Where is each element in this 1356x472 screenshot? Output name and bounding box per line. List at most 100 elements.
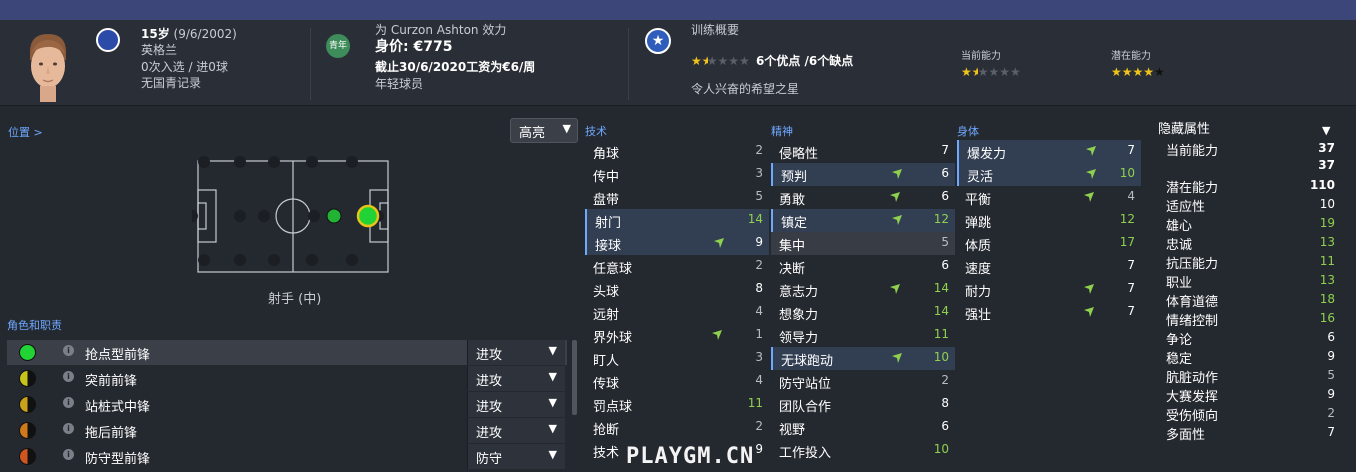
chevron-down-icon: ▼ [562, 122, 571, 135]
hidden-attribute-name: 抗压能力 [1166, 257, 1219, 272]
attribute-name: 射门 [595, 216, 622, 231]
info-icon[interactable]: i [63, 371, 74, 382]
hidden-attribute-value: 2 [1327, 406, 1335, 420]
attribute-value: 4 [755, 373, 763, 387]
player-face-image [16, 30, 80, 102]
hidden-attributes-title[interactable]: 隐藏属性 [1158, 118, 1210, 137]
chevron-down-icon[interactable]: ▼ [1322, 124, 1330, 137]
roles-title: 角色和职责 [7, 319, 62, 332]
attribute-row[interactable]: 抢断 2 [585, 416, 769, 439]
attribute-name: 传球 [593, 377, 620, 392]
attribute-row[interactable]: 决断 6 [771, 255, 955, 278]
scout-comment: 令人兴奋的希望之星 [691, 82, 800, 96]
attribute-row[interactable]: 速度 7 [957, 255, 1141, 278]
attribute-value: 7 [941, 143, 949, 157]
attribute-name: 集中 [779, 239, 806, 254]
attribute-value: 2 [755, 419, 763, 433]
attribute-row[interactable]: 集中 5 [771, 232, 955, 255]
role-row[interactable]: i 突前前锋 进攻 ▼ [7, 366, 567, 391]
attribute-row[interactable]: 远射 4 [585, 301, 769, 324]
club-line[interactable]: 为 Curzon Ashton 效力 [375, 22, 506, 38]
hidden-attribute-name: 肮脏动作 [1166, 371, 1219, 386]
duty-dropdown[interactable]: 进攻 ▼ [467, 366, 565, 391]
player-status: 年轻球员 [375, 77, 424, 91]
trend-arrow-icon [1084, 192, 1094, 202]
duty-dropdown[interactable]: 防守 ▼ [467, 444, 565, 469]
info-icon[interactable]: i [63, 423, 74, 434]
attribute-row[interactable]: 射门 14 [585, 209, 769, 232]
info-icon[interactable]: i [63, 345, 74, 356]
hidden-attribute-value: 9 [1327, 349, 1335, 363]
duty-dropdown[interactable]: 进攻 ▼ [467, 392, 565, 417]
attribute-row[interactable]: 盘带 5 [585, 186, 769, 209]
info-icon[interactable]: i [63, 449, 74, 460]
attribute-value: 6 [941, 166, 949, 180]
attribute-name: 视野 [779, 423, 806, 438]
role-suitability-icon [19, 344, 36, 361]
role-name: 防守型前锋 [85, 452, 151, 467]
attribute-row[interactable]: 团队合作 8 [771, 393, 955, 416]
role-row[interactable]: i 防守型前锋 防守 ▼ [7, 444, 567, 469]
attribute-name: 侵略性 [779, 147, 819, 162]
info-icon[interactable]: i [63, 397, 74, 408]
attribute-row[interactable]: 弹跳 12 [957, 209, 1141, 232]
hidden-attribute-value: 13 [1319, 273, 1335, 287]
attribute-row[interactable]: 传中 3 [585, 163, 769, 186]
duty-dropdown[interactable]: 进攻 ▼ [467, 340, 565, 365]
attribute-row[interactable]: 界外球 1 [585, 324, 769, 347]
overview-stars: ★★★★★★ [691, 54, 750, 68]
attribute-row[interactable]: 预判 6 [771, 163, 955, 186]
attribute-row[interactable]: 侵略性 7 [771, 140, 955, 163]
attribute-value: 3 [755, 166, 763, 180]
hidden-attribute-value: 37 [1318, 158, 1335, 172]
attribute-row[interactable]: 强壮 7 [957, 301, 1141, 324]
role-row[interactable]: i 拖后前锋 进攻 ▼ [7, 418, 567, 443]
player-dob: (9/6/2002) [173, 27, 237, 41]
hidden-attribute-name: 多面性 [1166, 428, 1206, 443]
attribute-value: 2 [755, 258, 763, 272]
attribute-name: 想象力 [779, 308, 819, 323]
attribute-row[interactable]: 盯人 3 [585, 347, 769, 370]
attribute-row[interactable]: 防守站位 2 [771, 370, 955, 393]
training-title[interactable]: 训练概要 [691, 22, 739, 38]
attribute-row[interactable]: 耐力 7 [957, 278, 1141, 301]
attribute-value: 8 [755, 281, 763, 295]
attribute-row[interactable]: 工作投入 10 [771, 439, 955, 462]
attribute-row[interactable]: 视野 6 [771, 416, 955, 439]
hidden-attribute-value: 5 [1327, 368, 1335, 382]
hidden-attribute-name: 雄心 [1166, 219, 1193, 234]
trend-arrow-icon [890, 192, 900, 202]
trend-arrow-icon [890, 284, 900, 294]
attribute-row[interactable]: 爆发力 7 [957, 140, 1141, 163]
attribute-row[interactable]: 接球 9 [585, 232, 769, 255]
player-nation[interactable]: 英格兰 [141, 42, 177, 58]
attribute-row[interactable]: 无球跑动 10 [771, 347, 955, 370]
role-row[interactable]: i 站桩式中锋 进攻 ▼ [7, 392, 567, 417]
attribute-row[interactable]: 镇定 12 [771, 209, 955, 232]
attribute-row[interactable]: 角球 2 [585, 140, 769, 163]
attribute-row[interactable]: 勇敢 6 [771, 186, 955, 209]
attribute-name: 弹跳 [965, 216, 992, 231]
attribute-row[interactable]: 意志力 14 [771, 278, 955, 301]
attribute-row[interactable]: 领导力 11 [771, 324, 955, 347]
attribute-row[interactable]: 体质 17 [957, 232, 1141, 255]
role-row[interactable]: i 抢点型前锋 进攻 ▼ [7, 340, 567, 365]
attribute-row[interactable]: 任意球 2 [585, 255, 769, 278]
highlight-dropdown[interactable]: 高亮 ▼ [510, 118, 578, 143]
position-link[interactable]: 位置 > [8, 124, 43, 140]
duty-label: 进攻 [476, 374, 503, 389]
contract-info: 截止30/6/2020工资为€6/周 [375, 60, 536, 74]
hidden-attribute-value: 13 [1319, 235, 1335, 249]
attribute-row[interactable]: 传球 4 [585, 370, 769, 393]
roles-scrollbar[interactable] [572, 340, 577, 415]
attribute-row[interactable]: 罚点球 11 [585, 393, 769, 416]
attribute-row[interactable]: 想象力 14 [771, 301, 955, 324]
attribute-name: 接球 [595, 239, 622, 254]
trend-arrow-icon [712, 330, 722, 340]
attribute-row[interactable]: 平衡 4 [957, 186, 1141, 209]
attribute-row[interactable]: 灵活 10 [957, 163, 1141, 186]
duty-dropdown[interactable]: 进攻 ▼ [467, 418, 565, 443]
attribute-row[interactable]: 头球 8 [585, 278, 769, 301]
trend-arrow-icon [714, 238, 724, 248]
duty-label: 进攻 [476, 426, 503, 441]
